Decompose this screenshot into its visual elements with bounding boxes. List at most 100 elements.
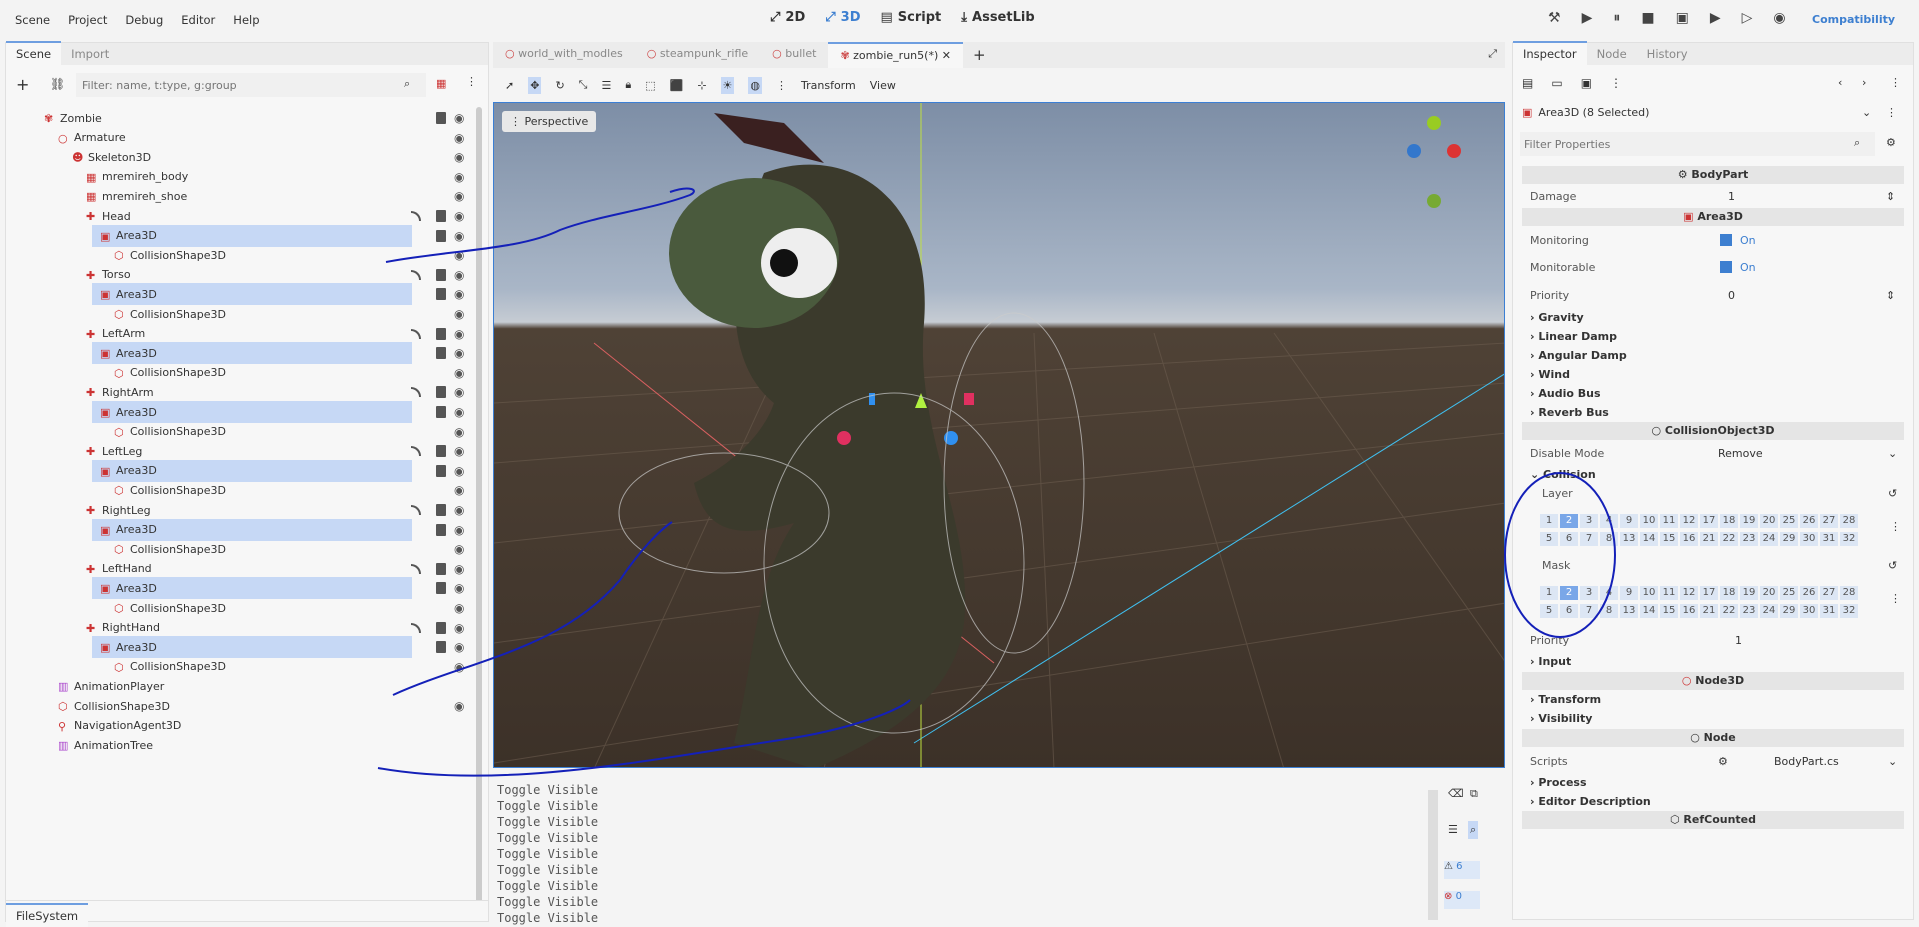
visibility-eye-icon[interactable]: ◉ [454, 150, 464, 164]
console-scrollbar[interactable] [1428, 790, 1438, 920]
menu-debug[interactable]: Debug [116, 13, 172, 27]
group-visibility[interactable]: › Visibility [1530, 712, 1592, 725]
layer-bit-cell[interactable]: 4 [1600, 514, 1618, 528]
visibility-eye-icon[interactable]: ◉ [454, 229, 464, 243]
stop-icon[interactable]: ■ [1641, 10, 1654, 26]
disable-mode-select[interactable]: Remove [1718, 447, 1763, 460]
filter-properties-input[interactable] [1520, 132, 1875, 156]
layer-bit-cell[interactable]: 30 [1800, 532, 1818, 546]
layer-bit-cell[interactable]: 10 [1640, 586, 1658, 600]
layer-bit-cell[interactable]: 28 [1840, 514, 1858, 528]
layer-bit-cell[interactable]: 31 [1820, 604, 1838, 618]
layer-bit-cell[interactable]: 5 [1540, 604, 1558, 618]
layer-bit-cell[interactable]: 18 [1720, 586, 1738, 600]
chevron-down-icon[interactable]: ⌄ [1888, 447, 1897, 460]
visibility-eye-icon[interactable]: ◉ [454, 464, 464, 478]
visibility-eye-icon[interactable]: ◉ [454, 111, 464, 125]
layer-bit-cell[interactable]: 2 [1560, 514, 1578, 528]
visibility-eye-icon[interactable]: ◉ [454, 483, 464, 497]
layer-bit-cell[interactable]: 7 [1580, 604, 1598, 618]
renderer-select[interactable]: Compatibility [1812, 13, 1895, 26]
script-icon[interactable] [436, 445, 446, 458]
section-collisionobject[interactable]: ○ CollisionObject3D [1522, 422, 1904, 440]
chevron-down-icon[interactable]: ⌄ [1862, 106, 1871, 119]
visibility-eye-icon[interactable]: ◉ [454, 503, 464, 517]
script-icon[interactable] [436, 562, 446, 575]
damage-spinner-icon[interactable]: ⇕ [1886, 190, 1895, 203]
visibility-eye-icon[interactable]: ◉ [454, 581, 464, 595]
chevron-down-icon[interactable]: ⌄ [1888, 755, 1897, 768]
tab-node[interactable]: Node [1587, 43, 1637, 65]
layer-bit-cell[interactable]: 27 [1820, 514, 1838, 528]
layer-bit-cell[interactable]: 13 [1620, 532, 1638, 546]
section-node[interactable]: ○ Node [1522, 729, 1904, 747]
reset-icon[interactable]: ↺ [1888, 487, 1897, 500]
menu-project[interactable]: Project [59, 13, 116, 27]
new-resource-icon[interactable]: ▤ [1522, 76, 1533, 90]
viewport-menu-icon[interactable]: ⋮ [776, 79, 787, 92]
script-icon[interactable] [436, 112, 446, 124]
script-icon[interactable] [436, 641, 446, 654]
signal-icon[interactable] [411, 211, 421, 221]
script-icon[interactable] [436, 582, 446, 595]
mode-3d-button[interactable]: ⤢ 3D [825, 10, 860, 25]
layer-bit-cell[interactable]: 29 [1780, 604, 1798, 618]
menu-dots-icon[interactable]: ⋮ [466, 75, 477, 88]
visibility-eye-icon[interactable]: ◉ [454, 248, 464, 262]
mask-menu-icon[interactable]: ⋮ [1890, 592, 1901, 605]
layer-bit-cell[interactable]: 22 [1720, 604, 1738, 618]
script-icon[interactable] [436, 210, 446, 222]
editor-tab-zombie[interactable]: ✾ zombie_run5(*) ✕ [828, 42, 963, 68]
editor-tab-world[interactable]: ○ world_with_modles [493, 42, 635, 68]
script-icon[interactable] [436, 386, 446, 399]
reset-icon[interactable]: ↺ [1888, 559, 1897, 572]
layer-bit-cell[interactable]: 6 [1560, 532, 1578, 546]
mode-script-button[interactable]: ▤ Script [881, 10, 942, 25]
visibility-eye-icon[interactable]: ◉ [454, 640, 464, 654]
group-angular-damp[interactable]: › Angular Damp [1530, 349, 1627, 362]
visibility-eye-icon[interactable]: ◉ [454, 660, 464, 674]
layer-bit-cell[interactable]: 14 [1640, 604, 1658, 618]
group-wind[interactable]: › Wind [1530, 368, 1570, 381]
scripts-value[interactable]: BodyPart.cs [1774, 755, 1839, 768]
layer-bit-cell[interactable]: 7 [1580, 532, 1598, 546]
tab-filesystem[interactable]: FileSystem [6, 903, 89, 927]
script-icon[interactable] [436, 268, 446, 281]
signal-icon[interactable] [411, 328, 421, 339]
sun-icon[interactable]: ☀ [720, 76, 735, 94]
layer-bit-cell[interactable]: 12 [1680, 514, 1698, 528]
visibility-eye-icon[interactable]: ◉ [454, 385, 464, 399]
layer-bit-cell[interactable]: 26 [1800, 514, 1818, 528]
layer-bit-cell[interactable]: 13 [1620, 604, 1638, 618]
layer-bit-cell[interactable]: 6 [1560, 604, 1578, 618]
layer-bit-cell[interactable]: 3 [1580, 586, 1598, 600]
layer-bit-cell[interactable]: 24 [1760, 604, 1778, 618]
visibility-eye-icon[interactable]: ◉ [454, 131, 464, 145]
layer-bit-cell[interactable]: 15 [1660, 532, 1678, 546]
script-icon[interactable] [436, 406, 446, 418]
broom-icon[interactable]: ⌫ [1448, 787, 1464, 800]
script-icon[interactable] [436, 229, 446, 242]
section-refcounted[interactable]: ⬡ RefCounted [1522, 811, 1904, 829]
script-icon[interactable] [436, 464, 446, 477]
menu-help[interactable]: Help [224, 13, 268, 27]
priority-value[interactable]: 0 [1728, 289, 1735, 302]
back-icon[interactable]: ‹ [1838, 76, 1842, 89]
layer-bit-cell[interactable]: 10 [1640, 514, 1658, 528]
layer-bit-cell[interactable]: 17 [1700, 586, 1718, 600]
layer-bit-cell[interactable]: 21 [1700, 532, 1718, 546]
layer-bit-cell[interactable]: 20 [1760, 514, 1778, 528]
layer-bit-cell[interactable]: 12 [1680, 586, 1698, 600]
layer-bit-cell[interactable]: 11 [1660, 586, 1678, 600]
perspective-menu[interactable]: ⋮ Perspective [502, 111, 597, 132]
play-custom-icon[interactable]: ▷ [1742, 10, 1753, 26]
lock-icon[interactable]: 🔒︎ [625, 78, 631, 92]
visibility-eye-icon[interactable]: ◉ [454, 562, 464, 576]
layer-bit-cell[interactable]: 24 [1760, 532, 1778, 546]
close-icon[interactable]: ✕ [942, 49, 951, 62]
remote-icon[interactable]: ▣ [1676, 10, 1689, 26]
save-icon[interactable]: ▣ [1581, 76, 1592, 90]
layer-menu-icon[interactable]: ⋮ [1890, 520, 1901, 533]
layer-bit-cell[interactable]: 32 [1840, 604, 1858, 618]
script-icon[interactable] [436, 288, 446, 301]
